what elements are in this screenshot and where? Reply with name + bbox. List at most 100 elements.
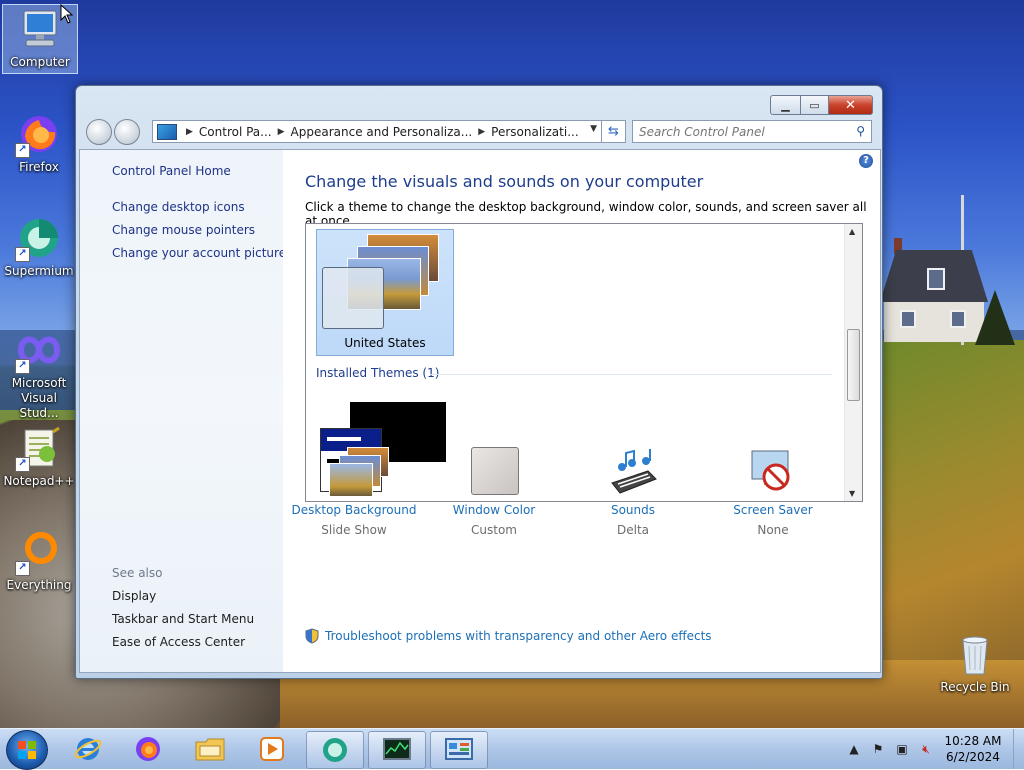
theme-name: United States (344, 336, 426, 350)
taskbar-media-player[interactable] (244, 731, 300, 767)
breadcrumb-personalization[interactable]: Personalizati... (491, 125, 578, 139)
search-box: ⚲ (632, 120, 872, 143)
control-panel-home-link[interactable]: Control Panel Home (112, 164, 231, 178)
taskbar-task-manager[interactable] (368, 731, 426, 769)
desktop-background-link[interactable]: Desktop Background (284, 503, 424, 517)
desktop-background-icon (329, 447, 389, 497)
desktop-icon-everything[interactable]: ↗ Everything (2, 528, 76, 593)
desktop-icon-visual-studio[interactable]: ↗ Microsoft Visual Stud... (2, 326, 76, 421)
volume-muted-icon[interactable]: 🔇︎ (918, 741, 934, 757)
desktop-icon-label: Everything (6, 578, 72, 592)
screen-saver-link[interactable]: Screen Saver (703, 503, 843, 517)
screen-saver-item[interactable]: Screen Saver None (703, 447, 843, 537)
left-task-pane: Control Panel Home Change desktop icons … (80, 150, 286, 672)
personalization-window: ▁ ▭ ✕ ▶ Control Pa... ▶ Appearance and P… (75, 85, 883, 679)
desktop-icon-label: Recycle Bin (940, 680, 1010, 694)
desktop-icon-label: Notepad++ (3, 474, 75, 488)
maximize-button[interactable]: ▭ (801, 95, 829, 115)
help-icon[interactable]: ? (859, 154, 873, 168)
minimize-icon: ▁ (781, 98, 790, 112)
search-input[interactable] (633, 123, 846, 140)
everything-search-icon: ↗ (15, 528, 63, 576)
window-color-swatch (322, 267, 384, 329)
window-color-value: Custom (471, 523, 517, 537)
breadcrumb-control-panel[interactable]: Control Pa... (199, 125, 272, 139)
start-button[interactable] (6, 730, 48, 770)
change-mouse-pointers-link[interactable]: Change mouse pointers (112, 223, 255, 237)
network-icon[interactable]: ▣ (894, 741, 910, 757)
sounds-value: Delta (616, 523, 649, 537)
search-icon[interactable]: ⚲ (856, 124, 865, 138)
breadcrumb-appearance[interactable]: Appearance and Personaliza... (291, 125, 473, 139)
uac-shield-icon (305, 628, 319, 644)
show-desktop-button[interactable] (1013, 729, 1024, 769)
desktop-icon-label: Computer (10, 55, 70, 69)
window-color-link[interactable]: Window Color (424, 503, 564, 517)
screen-saver-icon (748, 447, 798, 497)
aero-troubleshoot-label: Troubleshoot problems with transparency … (325, 629, 712, 643)
control-panel-icon (445, 738, 473, 760)
taskbar-control-panel[interactable] (430, 731, 488, 769)
media-player-icon (260, 737, 284, 761)
desktop-icon-label: Microsoft Visual Stud... (11, 376, 67, 420)
firefox-icon (136, 737, 160, 761)
breadcrumb-arrow-icon: ▶ (186, 126, 193, 137)
screen-saver-value: None (757, 523, 789, 537)
taskbar-internet-explorer[interactable] (60, 731, 116, 767)
change-account-picture-link[interactable]: Change your account picture (112, 246, 286, 260)
desktop-icon-firefox[interactable]: ↗ Firefox (2, 110, 76, 175)
sounds-link[interactable]: Sounds (563, 503, 703, 517)
file-explorer-icon (195, 738, 225, 761)
visual-studio-icon: ↗ (15, 326, 63, 374)
taskbar-firefox[interactable] (120, 731, 176, 767)
taskbar: ▲ ⚑ ▣ 🔇︎ 10:28 AM 6/2/2024 (0, 728, 1024, 770)
theme-list-scrollbar[interactable]: ▲ ▼ (844, 224, 862, 501)
display-link[interactable]: Display (112, 589, 156, 603)
wallpaper-house (880, 238, 990, 345)
control-panel-icon (157, 123, 177, 140)
clock-date: 6/2/2024 (946, 750, 1000, 764)
taskbar-file-explorer[interactable] (182, 731, 238, 767)
installed-themes-header: Installed Themes (1) (316, 366, 440, 380)
page-title: Change the visuals and sounds on your co… (305, 172, 704, 191)
desktop-icon-label: Firefox (19, 160, 59, 174)
desktop-icon-recycle-bin[interactable]: Recycle Bin (938, 630, 1012, 695)
desktop-icon-supermium[interactable]: ↗ Supermium (2, 214, 76, 279)
close-icon: ✕ (845, 97, 856, 113)
theme-item-united-states[interactable]: United States (316, 229, 454, 356)
scrollbar-thumb[interactable] (847, 329, 860, 401)
clock-time: 10:28 AM (944, 734, 1002, 748)
action-center-flag-icon[interactable]: ⚑ (870, 741, 886, 757)
taskbar-start-menu-link[interactable]: Taskbar and Start Menu (112, 612, 254, 626)
forward-button[interactable] (114, 119, 140, 145)
refresh-icon: ⇆ (608, 124, 619, 139)
supermium-icon (323, 738, 347, 762)
mouse-cursor-icon (60, 4, 74, 24)
aero-troubleshoot-link[interactable]: Troubleshoot problems with transparency … (305, 628, 712, 644)
window-caption-buttons: ▁ ▭ ✕ (770, 95, 873, 115)
desktop-icon-notepadpp[interactable]: ↗ Notepad++ (2, 424, 76, 489)
taskbar-clock[interactable]: 10:28 AM 6/2/2024 (936, 733, 1010, 765)
taskbar-supermium[interactable] (306, 731, 364, 769)
window-content: Control Panel Home Change desktop icons … (79, 149, 881, 673)
window-color-item[interactable]: Window Color Custom (424, 447, 564, 537)
windows-logo-icon (18, 741, 36, 759)
sounds-item[interactable]: Sounds Delta (563, 447, 703, 537)
desktop-background-item[interactable]: Desktop Background Slide Show (284, 447, 424, 537)
address-bar[interactable]: ▶ Control Pa... ▶ Appearance and Persona… (152, 120, 602, 143)
desktop-icon-label: Supermium (4, 264, 74, 278)
back-button[interactable] (86, 119, 112, 145)
minimize-button[interactable]: ▁ (770, 95, 801, 115)
change-desktop-icons-link[interactable]: Change desktop icons (112, 200, 245, 214)
firefox-icon: ↗ (15, 110, 63, 158)
ease-of-access-link[interactable]: Ease of Access Center (112, 635, 245, 649)
scroll-up-icon[interactable]: ▲ (849, 227, 855, 236)
refresh-button[interactable]: ⇆ (601, 120, 626, 143)
show-hidden-icons-icon[interactable]: ▲ (846, 741, 862, 757)
window-color-icon (469, 447, 519, 497)
breadcrumb-arrow-icon: ▶ (478, 126, 486, 137)
address-dropdown-icon[interactable]: ▼ (590, 124, 597, 134)
see-also-header: See also (112, 566, 163, 580)
close-button[interactable]: ✕ (829, 95, 873, 115)
scroll-down-icon[interactable]: ▼ (849, 489, 855, 498)
